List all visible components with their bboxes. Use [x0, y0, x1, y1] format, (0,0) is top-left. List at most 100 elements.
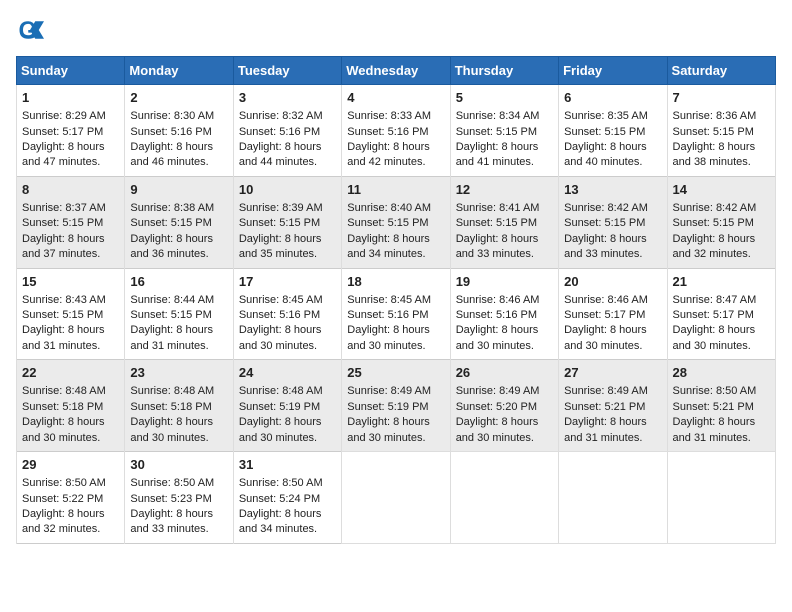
- sunrise-text: Sunrise: 8:48 AM: [239, 384, 336, 399]
- calendar-cell: 5Sunrise: 8:34 AMSunset: 5:15 PMDaylight…: [450, 85, 558, 177]
- calendar-cell: 29Sunrise: 8:50 AMSunset: 5:22 PMDayligh…: [17, 452, 125, 544]
- sunrise-text: Sunrise: 8:49 AM: [456, 384, 553, 399]
- calendar-week-row: 15Sunrise: 8:43 AMSunset: 5:15 PMDayligh…: [17, 268, 776, 360]
- calendar-cell: 21Sunrise: 8:47 AMSunset: 5:17 PMDayligh…: [667, 268, 775, 360]
- daylight-text: Daylight: 8 hours and 30 minutes.: [456, 415, 553, 446]
- sunrise-text: Sunrise: 8:35 AM: [564, 109, 661, 124]
- daylight-text: Daylight: 8 hours and 34 minutes.: [347, 232, 444, 263]
- day-number: 7: [673, 89, 770, 107]
- sunset-text: Sunset: 5:15 PM: [456, 125, 553, 140]
- sunset-text: Sunset: 5:17 PM: [564, 308, 661, 323]
- daylight-text: Daylight: 8 hours and 33 minutes.: [456, 232, 553, 263]
- sunset-text: Sunset: 5:22 PM: [22, 492, 119, 507]
- calendar-cell: 31Sunrise: 8:50 AMSunset: 5:24 PMDayligh…: [233, 452, 341, 544]
- sunset-text: Sunset: 5:23 PM: [130, 492, 227, 507]
- calendar-week-row: 1Sunrise: 8:29 AMSunset: 5:17 PMDaylight…: [17, 85, 776, 177]
- sunset-text: Sunset: 5:19 PM: [347, 400, 444, 415]
- sunrise-text: Sunrise: 8:50 AM: [239, 476, 336, 491]
- calendar-cell: 2Sunrise: 8:30 AMSunset: 5:16 PMDaylight…: [125, 85, 233, 177]
- calendar-cell: 12 Sunrise: 8:41 AMSunset: 5:15 PMDayligh…: [450, 176, 558, 268]
- daylight-text: Daylight: 8 hours and 30 minutes.: [130, 415, 227, 446]
- day-number: 21: [673, 273, 770, 291]
- daylight-text: Daylight: 8 hours and 44 minutes.: [239, 140, 336, 171]
- header: [16, 16, 776, 44]
- daylight-text: Daylight: 8 hours and 30 minutes.: [347, 415, 444, 446]
- calendar-cell: 14Sunrise: 8:42 AMSunset: 5:15 PMDayligh…: [667, 176, 775, 268]
- sunset-text: Sunset: 5:16 PM: [239, 125, 336, 140]
- sunset-text: Sunset: 5:16 PM: [347, 308, 444, 323]
- sunrise-text: Sunrise: 8:41 AM: [456, 201, 553, 216]
- calendar-cell: 30Sunrise: 8:50 AMSunset: 5:23 PMDayligh…: [125, 452, 233, 544]
- calendar-header-row: SundayMondayTuesdayWednesdayThursdayFrid…: [17, 57, 776, 85]
- daylight-text: Daylight: 8 hours and 30 minutes.: [239, 323, 336, 354]
- day-number: 14: [673, 181, 770, 199]
- day-number: 24: [239, 364, 336, 382]
- sunset-text: Sunset: 5:24 PM: [239, 492, 336, 507]
- calendar-container: SundayMondayTuesdayWednesdayThursdayFrid…: [0, 0, 792, 612]
- daylight-text: Daylight: 8 hours and 31 minutes.: [130, 323, 227, 354]
- sunrise-text: Sunrise: 8:36 AM: [673, 109, 770, 124]
- sunrise-text: Sunrise: 8:42 AM: [673, 201, 770, 216]
- daylight-text: Daylight: 8 hours and 36 minutes.: [130, 232, 227, 263]
- daylight-text: Daylight: 8 hours and 47 minutes.: [22, 140, 119, 171]
- day-number: 25: [347, 364, 444, 382]
- sunset-text: Sunset: 5:19 PM: [239, 400, 336, 415]
- sunset-text: Sunset: 5:21 PM: [564, 400, 661, 415]
- day-number: 6: [564, 89, 661, 107]
- daylight-text: Daylight: 8 hours and 38 minutes.: [673, 140, 770, 171]
- logo-icon: [16, 16, 44, 44]
- daylight-text: Daylight: 8 hours and 46 minutes.: [130, 140, 227, 171]
- day-number: 16: [130, 273, 227, 291]
- sunset-text: Sunset: 5:15 PM: [456, 216, 553, 231]
- calendar-cell: [667, 452, 775, 544]
- calendar-cell: 23Sunrise: 8:48 AMSunset: 5:18 PMDayligh…: [125, 360, 233, 452]
- sunrise-text: Sunrise: 8:42 AM: [564, 201, 661, 216]
- calendar-cell: 28Sunrise: 8:50 AMSunset: 5:21 PMDayligh…: [667, 360, 775, 452]
- day-number: 26: [456, 364, 553, 382]
- column-header-wednesday: Wednesday: [342, 57, 450, 85]
- calendar-cell: [450, 452, 558, 544]
- daylight-text: Daylight: 8 hours and 32 minutes.: [22, 507, 119, 538]
- sunrise-text: Sunrise: 8:45 AM: [347, 293, 444, 308]
- calendar-week-row: 22Sunrise: 8:48 AMSunset: 5:18 PMDayligh…: [17, 360, 776, 452]
- daylight-text: Daylight: 8 hours and 31 minutes.: [673, 415, 770, 446]
- calendar-cell: 20Sunrise: 8:46 AMSunset: 5:17 PMDayligh…: [559, 268, 667, 360]
- day-number: 27: [564, 364, 661, 382]
- sunrise-text: Sunrise: 8:50 AM: [22, 476, 119, 491]
- day-number: 28: [673, 364, 770, 382]
- daylight-text: Daylight: 8 hours and 37 minutes.: [22, 232, 119, 263]
- day-number: 2: [130, 89, 227, 107]
- daylight-text: Daylight: 8 hours and 30 minutes.: [239, 415, 336, 446]
- calendar-cell: 8Sunrise: 8:37 AMSunset: 5:15 PMDaylight…: [17, 176, 125, 268]
- calendar-cell: 10Sunrise: 8:39 AMSunset: 5:15 PMDayligh…: [233, 176, 341, 268]
- sunrise-text: Sunrise: 8:50 AM: [673, 384, 770, 399]
- day-number: 8: [22, 181, 119, 199]
- sunrise-text: Sunrise: 8:48 AM: [130, 384, 227, 399]
- calendar-cell: 6 Sunrise: 8:35 AMSunset: 5:15 PMDaylight…: [559, 85, 667, 177]
- calendar-cell: 26 Sunrise: 8:49 AMSunset: 5:20 PMDayligh…: [450, 360, 558, 452]
- sunset-text: Sunset: 5:15 PM: [564, 125, 661, 140]
- daylight-text: Daylight: 8 hours and 30 minutes.: [347, 323, 444, 354]
- column-header-tuesday: Tuesday: [233, 57, 341, 85]
- day-number: 20: [564, 273, 661, 291]
- day-number: 5: [456, 89, 553, 107]
- sunset-text: Sunset: 5:16 PM: [130, 125, 227, 140]
- day-number: 12: [456, 181, 553, 199]
- sunset-text: Sunset: 5:20 PM: [456, 400, 553, 415]
- day-number: 17: [239, 273, 336, 291]
- sunset-text: Sunset: 5:18 PM: [22, 400, 119, 415]
- daylight-text: Daylight: 8 hours and 33 minutes.: [130, 507, 227, 538]
- day-number: 18: [347, 273, 444, 291]
- sunrise-text: Sunrise: 8:32 AM: [239, 109, 336, 124]
- calendar-cell: 7Sunrise: 8:36 AMSunset: 5:15 PMDaylight…: [667, 85, 775, 177]
- daylight-text: Daylight: 8 hours and 34 minutes.: [239, 507, 336, 538]
- daylight-text: Daylight: 8 hours and 30 minutes.: [22, 415, 119, 446]
- calendar-cell: 24 Sunrise: 8:48 AMSunset: 5:19 PMDayligh…: [233, 360, 341, 452]
- daylight-text: Daylight: 8 hours and 40 minutes.: [564, 140, 661, 171]
- day-number: 22: [22, 364, 119, 382]
- sunrise-text: Sunrise: 8:37 AM: [22, 201, 119, 216]
- day-number: 13: [564, 181, 661, 199]
- calendar-cell: 16Sunrise: 8:44 AMSunset: 5:15 PMDayligh…: [125, 268, 233, 360]
- calendar-cell: 27Sunrise: 8:49 AMSunset: 5:21 PMDayligh…: [559, 360, 667, 452]
- sunset-text: Sunset: 5:15 PM: [673, 216, 770, 231]
